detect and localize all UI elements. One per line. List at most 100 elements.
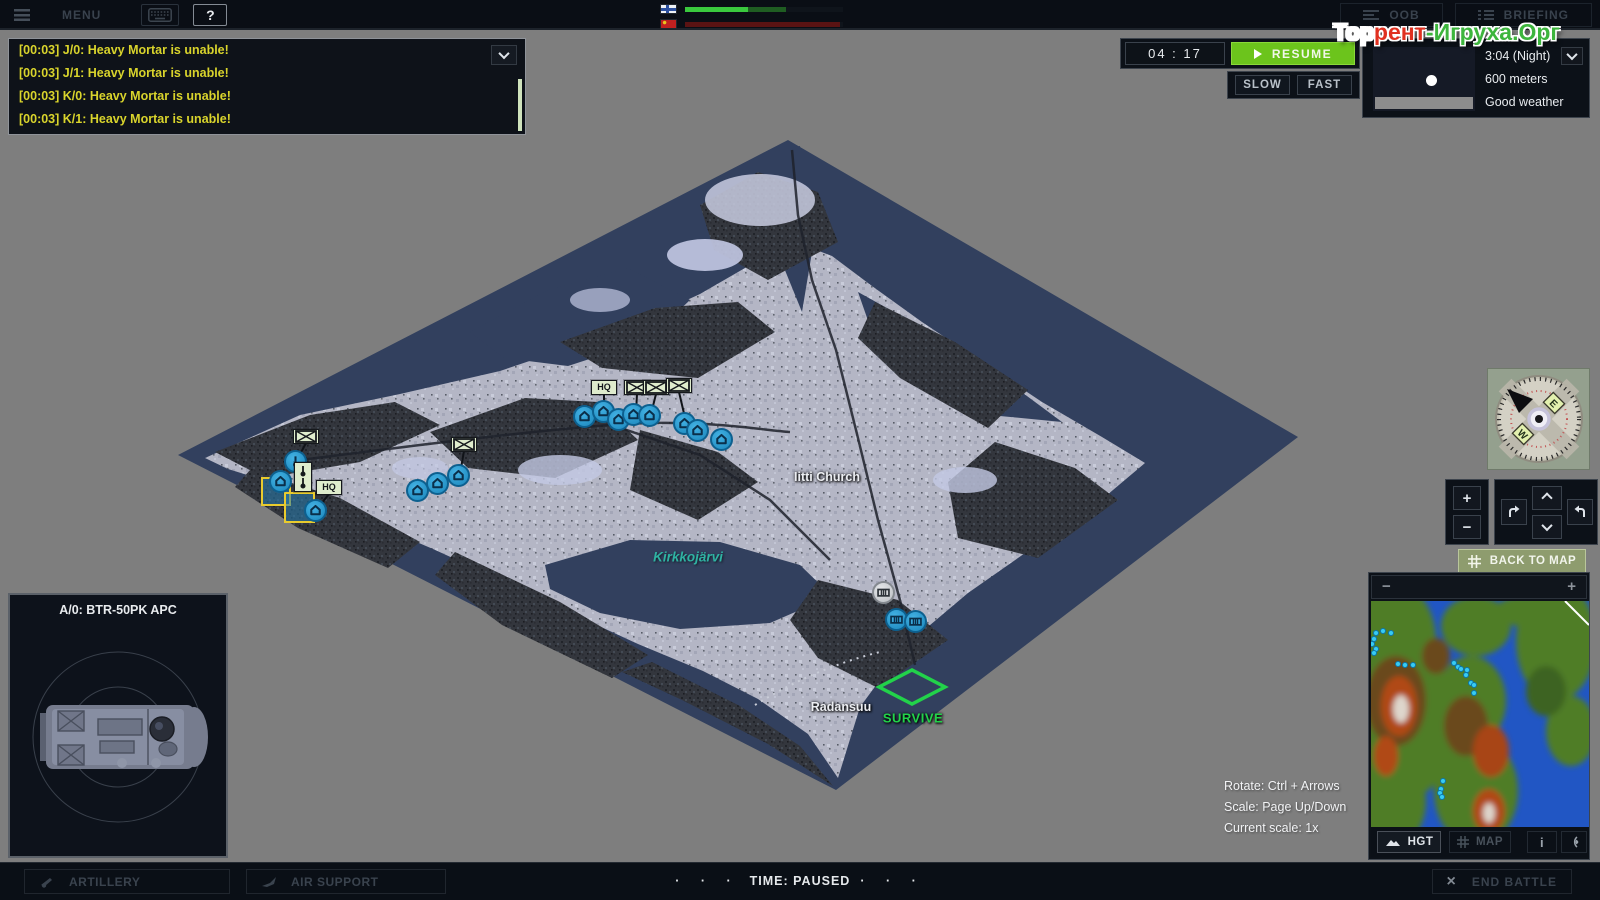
apc-icon — [714, 432, 729, 447]
apc-icon — [451, 468, 466, 483]
map-unit-apc[interactable] — [638, 404, 661, 427]
info-button[interactable]: i — [1527, 831, 1557, 853]
keyboard-shortcuts-button[interactable] — [141, 4, 179, 26]
fast-button[interactable]: FAST — [1297, 75, 1352, 95]
camera-help-overlay: Rotate: Ctrl + Arrows Scale: Page Up/Dow… — [1224, 776, 1346, 839]
apc-icon — [273, 474, 288, 489]
time-control-panel: 04 : 17 RESUME — [1120, 38, 1360, 69]
minimap-unit-dot — [1402, 662, 1408, 668]
map-toggle-button[interactable]: MAP — [1449, 831, 1511, 853]
minimap-zoom-out-button[interactable]: − — [1382, 578, 1391, 595]
map-unit-apc[interactable] — [710, 428, 733, 451]
map-unit-truck[interactable] — [872, 581, 895, 604]
minimap-zoom-in-button[interactable]: + — [1567, 578, 1576, 595]
keyboard-icon — [148, 8, 172, 22]
infantry-icon — [668, 379, 690, 392]
apc-icon — [690, 423, 705, 438]
arcs-icon — [1567, 835, 1581, 849]
sky-display — [1373, 47, 1475, 111]
btr-50-vehicle — [40, 705, 208, 769]
map-label-place: Iitti Church — [794, 470, 860, 484]
rotate-left-button[interactable] — [1501, 499, 1527, 525]
minimap-zoom-header: − + — [1371, 575, 1587, 599]
map-unit-apc[interactable] — [269, 470, 292, 493]
minimap[interactable] — [1371, 601, 1589, 827]
strength-bar-segment — [685, 7, 748, 12]
minimap-unit-dot — [1410, 662, 1416, 668]
unit-top-view — [10, 621, 226, 853]
play-icon — [1254, 49, 1262, 59]
soviet-strength-bar — [685, 22, 843, 27]
zoom-in-button[interactable]: + — [1453, 486, 1481, 510]
message-log-rows: [00:03] J/0: Heavy Mortar is unable![00:… — [9, 39, 525, 131]
grid-icon — [1468, 555, 1481, 568]
map-label-water: Kirkkojärvi — [653, 550, 723, 565]
chevron-up-icon — [1541, 492, 1552, 503]
log-scrollbar[interactable] — [518, 79, 522, 131]
minimap-unit-dot — [1471, 682, 1477, 688]
minimap-unit-dot — [1371, 650, 1377, 656]
mortar-section-icon — [296, 464, 310, 490]
apc-icon — [430, 476, 445, 491]
minimap-unit-dot — [1471, 690, 1477, 696]
camera-pan-rotate-panel — [1494, 479, 1598, 545]
weather-label: Good weather — [1485, 95, 1564, 109]
truck-icon — [908, 614, 923, 629]
minimap-unit-dot — [1380, 628, 1386, 634]
time-paused-label: TIME: PAUSED — [750, 874, 851, 888]
map-unit-apc[interactable] — [304, 499, 327, 522]
bottom-action-bar: ARTILLERY AIR SUPPORT · · ·TIME: PAUSED·… — [0, 862, 1600, 900]
pan-up-button[interactable] — [1532, 486, 1562, 510]
nato-badge-mortars[interactable] — [294, 462, 312, 492]
map-unit-apc[interactable] — [447, 464, 470, 487]
minimap-unit-dot — [1439, 794, 1445, 800]
minimap-mode-buttons: HGT MAP i — [1371, 827, 1589, 857]
map-unit-apc[interactable] — [426, 472, 449, 495]
selected-unit-title: A/0: BTR-50PK APC — [10, 603, 226, 617]
nato-badge-inf[interactable] — [451, 437, 477, 452]
nato-badge-hq[interactable]: HQ — [316, 480, 342, 495]
minimap-unit-dot — [1388, 630, 1394, 636]
environment-collapse-button[interactable] — [1561, 47, 1583, 65]
contour-overlay-button[interactable] — [1561, 831, 1587, 853]
selected-unit-panel: A/0: BTR-50PK APC — [8, 593, 228, 858]
environment-panel: 3:04 (Night) 600 meters Good weather — [1362, 38, 1590, 118]
rotate-right-button[interactable] — [1567, 499, 1593, 525]
rotate-right-icon — [1572, 504, 1588, 520]
log-collapse-button[interactable] — [491, 45, 517, 65]
finland-flag-icon — [660, 4, 677, 14]
nato-badge-inf[interactable] — [293, 429, 319, 444]
pan-down-button[interactable] — [1532, 515, 1562, 539]
back-to-map-button[interactable]: BACK TO MAP — [1458, 549, 1586, 573]
nato-badge-hq[interactable]: HQ — [591, 380, 617, 395]
compass: E W — [1493, 373, 1585, 465]
horizon-bar — [1375, 97, 1473, 109]
infantry-icon — [453, 438, 475, 451]
menu-button[interactable]: MENU — [44, 8, 127, 22]
map-unit-apc[interactable] — [686, 419, 709, 442]
dots-left: · · · — [675, 874, 739, 888]
hamburger-menu-icon[interactable] — [14, 9, 30, 21]
nato-badge-inf[interactable] — [666, 378, 692, 393]
heightmap-toggle-button[interactable]: HGT — [1377, 831, 1441, 853]
grid-icon — [1457, 836, 1469, 848]
strength-bar-segment — [748, 7, 786, 12]
zoom-out-button[interactable]: − — [1453, 515, 1481, 539]
rotate-left-icon — [1506, 504, 1522, 520]
end-battle-button[interactable]: × END BATTLE — [1432, 869, 1572, 894]
truck-icon — [876, 585, 891, 600]
force-strength-indicator — [660, 3, 843, 30]
minimap-unit-dot — [1440, 778, 1446, 784]
map-annotation-layer: HQHQIitti ChurchKirkkojärviRadansuuSURVI… — [0, 0, 1600, 900]
slow-button[interactable]: SLOW — [1235, 75, 1290, 95]
help-button[interactable]: ? — [193, 4, 227, 26]
log-message: [00:03] J/0: Heavy Mortar is unable! — [9, 39, 525, 62]
compass-panel[interactable]: E W — [1487, 368, 1590, 470]
map-unit-truck[interactable] — [904, 610, 927, 633]
apc-icon — [642, 408, 657, 423]
truck-icon — [889, 612, 904, 627]
minimap-unit-dot — [1463, 672, 1469, 678]
infantry-icon — [295, 430, 317, 443]
map-label-place: Radansuu — [811, 700, 871, 714]
visibility-label: 600 meters — [1485, 72, 1548, 86]
